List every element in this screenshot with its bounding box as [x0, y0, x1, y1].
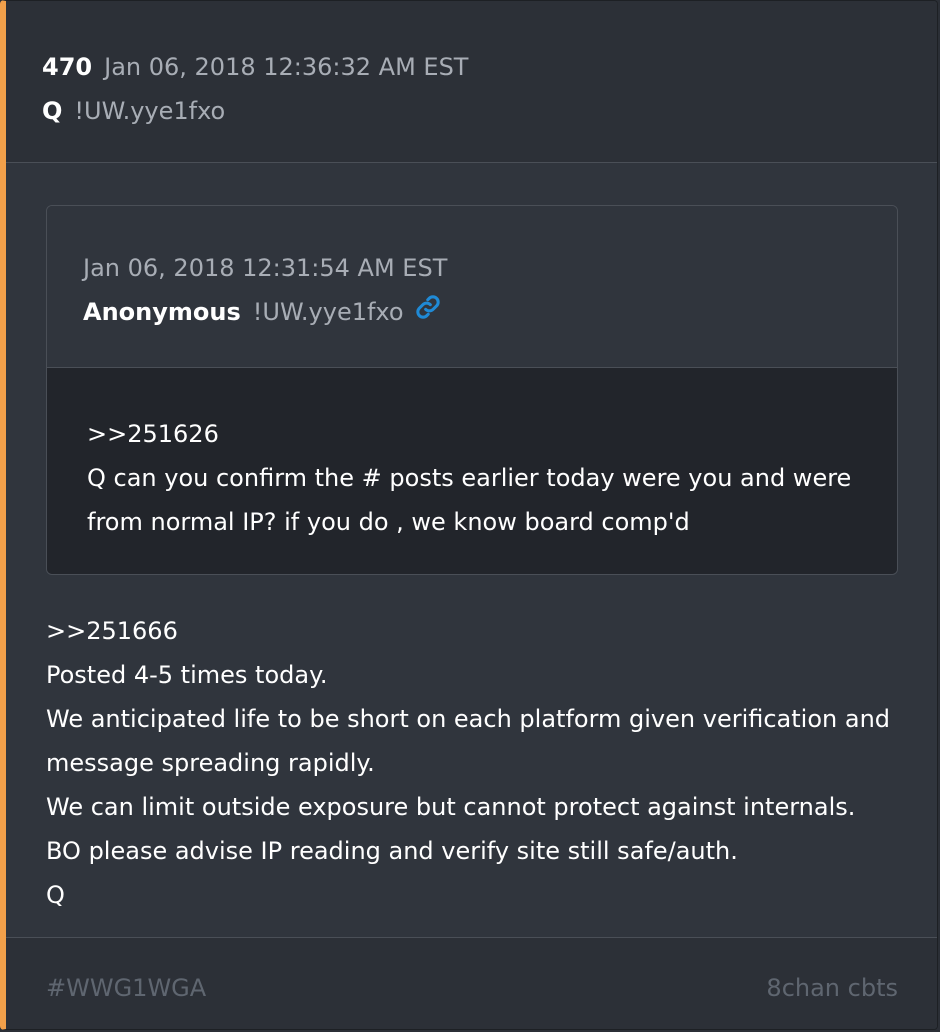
post-signature: Q [46, 881, 65, 909]
quoted-tripcode: !UW.yye1fxo [252, 298, 404, 326]
quoted-author: Anonymous [83, 298, 241, 326]
quoted-timestamp-line: Jan 06, 2018 12:31:54 AM EST [83, 246, 897, 290]
post-header: 470 Jan 06, 2018 12:36:32 AM EST Q !UW.yye… [6, 1, 937, 163]
post-body: >>251666 Posted 4-5 times today. We anti… [46, 609, 916, 917]
post-text-line: We anticipated life to be short on each … [46, 705, 891, 733]
post-text-line: We can limit outside exposure but cannot… [46, 793, 856, 821]
post-author: Q [42, 97, 63, 125]
hashtag-link[interactable]: #WWG1WGA [46, 966, 206, 1010]
post-meta-line: 470 Jan 06, 2018 12:36:32 AM EST [42, 45, 937, 89]
post-text-line: message spreading rapidly. [46, 749, 375, 777]
quoted-text-line: from normal IP? if you do , we know boar… [87, 508, 690, 536]
source-label: 8chan cbts [766, 974, 898, 1002]
post-text-line: Posted 4-5 times today. [46, 661, 328, 689]
post-timestamp: Jan 06, 2018 12:36:32 AM EST [104, 53, 469, 81]
post-text-line: BO please advise IP reading and verify s… [46, 837, 738, 865]
post-card: 470 Jan 06, 2018 12:36:32 AM EST Q !UW.yye… [0, 0, 938, 1030]
quoted-reference-link[interactable]: >>251626 [87, 412, 897, 456]
post-reference-link[interactable]: >>251666 [46, 609, 916, 653]
quoted-post: Jan 06, 2018 12:31:54 AM EST Anonymous !U… [46, 205, 898, 575]
quoted-author-line: Anonymous !UW.yye1fxo [83, 290, 897, 335]
quoted-post-header: Jan 06, 2018 12:31:54 AM EST Anonymous !U… [47, 206, 897, 368]
post-number: 470 [42, 53, 93, 81]
quoted-timestamp: Jan 06, 2018 12:31:54 AM EST [83, 254, 448, 282]
post-author-line: Q !UW.yye1fxo [42, 89, 937, 133]
post-footer: #WWG1WGA 8chan cbts [6, 937, 937, 1029]
link-icon[interactable] [414, 291, 442, 335]
post-tripcode: !UW.yye1fxo [74, 97, 226, 125]
quoted-text-line: Q can you confirm the # posts earlier to… [87, 464, 852, 492]
quoted-post-body: >>251626 Q can you confirm the # posts e… [47, 368, 897, 574]
